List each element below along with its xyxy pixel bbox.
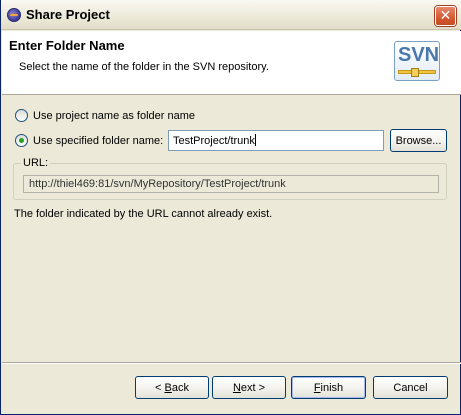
browse-button[interactable]: Browse... <box>390 129 447 152</box>
cancel-button[interactable]: Cancel <box>373 376 448 399</box>
project-name-radio[interactable] <box>15 109 28 122</box>
finish-button-label: Finish <box>313 381 344 394</box>
svn-logo-knob <box>411 68 419 77</box>
specified-name-radio[interactable] <box>15 134 28 147</box>
wizard-header: Enter Folder Name Select the name of the… <box>2 31 461 95</box>
svn-logo-text: SVN <box>398 44 440 66</box>
close-button[interactable]: ✕ <box>435 6 456 26</box>
next-button[interactable]: Next > <box>212 376 286 399</box>
info-message: The folder indicated by the URL cannot a… <box>14 208 273 220</box>
title-bar[interactable]: Share Project ✕ <box>1 0 461 30</box>
folder-name-input[interactable]: TestProject/trunk <box>168 130 384 151</box>
specified-name-radio-label[interactable]: Use specified folder name: <box>33 135 163 147</box>
window-title: Share Project <box>26 7 110 22</box>
text-caret <box>254 134 256 146</box>
back-button[interactable]: < Back <box>135 376 209 399</box>
browse-button-label: Browse... <box>395 134 442 147</box>
cancel-button-label: Cancel <box>393 381 428 394</box>
url-field: http://thiel469:81/svn/MyRepository/Test… <box>23 175 439 193</box>
folder-name-value: TestProject/trunk <box>173 135 255 147</box>
url-group-label: URL: <box>21 157 51 169</box>
next-button-label: Next > <box>232 381 266 394</box>
url-group: URL: http://thiel469:81/svn/MyRepository… <box>13 157 447 200</box>
eclipse-icon <box>7 8 21 22</box>
footer-separator <box>2 362 461 364</box>
svn-logo-icon: SVN <box>394 41 440 81</box>
finish-button[interactable]: Finish <box>291 376 366 399</box>
back-button-label: < Back <box>155 381 189 394</box>
project-name-radio-label[interactable]: Use project name as folder name <box>33 110 195 122</box>
close-icon: ✕ <box>439 8 452 24</box>
share-project-dialog: Share Project ✕ Enter Folder Name Select… <box>0 0 461 415</box>
wizard-page-description: Select the name of the folder in the SVN… <box>19 61 269 73</box>
wizard-page-title: Enter Folder Name <box>9 38 125 53</box>
url-value: http://thiel469:81/svn/MyRepository/Test… <box>29 178 286 190</box>
